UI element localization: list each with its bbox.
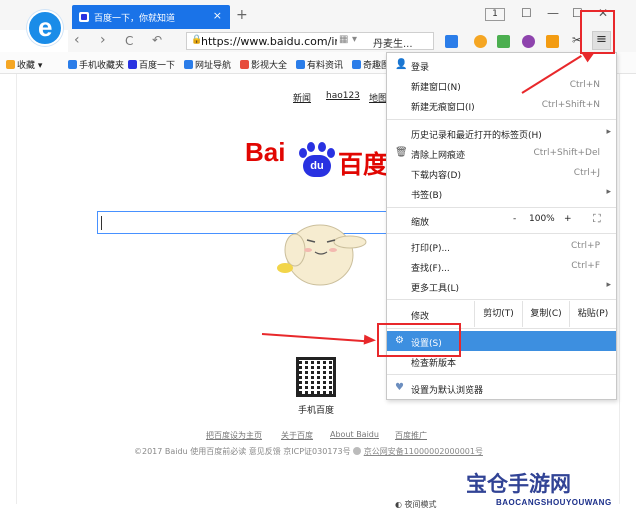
forward-button[interactable]: › (100, 32, 106, 48)
minimize-button[interactable]: — (547, 6, 559, 20)
menu-downloads[interactable]: 下载内容(D) Ctrl+J (387, 163, 616, 183)
menu-default-browser[interactable]: ♥ 设置为默认浏览器 (387, 378, 616, 398)
zoom-out-button[interactable]: - (513, 214, 516, 224)
link-hao123[interactable]: hao123 (326, 91, 360, 101)
copyright-line: ©2017 Baidu 使用百度前必读 意见反馈 京ICP证030173号 (134, 447, 351, 456)
image-icon (352, 60, 361, 69)
submenu-arrow-icon: ▸ (606, 187, 611, 197)
footer-link-homepage[interactable]: 把百度设为主页 (206, 430, 262, 441)
plugin-icon[interactable] (522, 35, 535, 48)
trash-icon: 🗑 (395, 147, 408, 158)
copy-button[interactable]: 复制(C) (522, 301, 569, 327)
bookmark-news[interactable]: 有料资讯 (296, 58, 343, 71)
submenu-arrow-icon: ▸ (606, 127, 611, 137)
baidu-logo-cn: 百度 (338, 150, 389, 179)
game-icon[interactable] (497, 35, 510, 48)
menu-more-tools[interactable]: 更多工具(L) ▸ (387, 276, 616, 296)
link-map[interactable]: 地图 (369, 91, 387, 104)
zoom-level: 100% (529, 214, 555, 224)
text-caret (101, 216, 102, 230)
apps-icon[interactable] (445, 35, 458, 48)
annotation-highlight-menu (580, 10, 615, 54)
tab-count-badge[interactable]: 1 (485, 8, 505, 21)
watermark-sub: BAOCANGSHOUYOUWANG (496, 498, 612, 507)
baidu-paw-text: du (303, 155, 331, 177)
search-suggestion[interactable]: 丹麦生... (373, 35, 413, 50)
address-bar[interactable]: 🔒 https://www.baidu.com/index ▦ ▾ 丹麦生... (186, 32, 434, 50)
menu-separator (387, 299, 616, 300)
menu-zoom: 缩放 - 100% + ⛶ (411, 212, 601, 228)
annotation-arrowhead-settings (363, 334, 377, 346)
extension-icon[interactable] (474, 35, 487, 48)
bookmark-video[interactable]: 影视大全 (240, 58, 287, 71)
night-mode-button[interactable]: ◐ 夜间模式 (395, 499, 437, 510)
menu-history[interactable]: 历史记录和最近打开的标签页(H) ▸ (387, 123, 616, 143)
video-icon (240, 60, 249, 69)
night-mode-label: 夜间模式 (404, 500, 437, 509)
mascot-sticker-icon (277, 224, 367, 286)
zoom-in-button[interactable]: + (564, 214, 572, 224)
police-record-text: 京公网安备11000002000001号 (363, 447, 483, 456)
user-icon: 👤 (395, 59, 408, 70)
menu-new-window[interactable]: 新建窗口(N) Ctrl+N (387, 75, 616, 95)
menu-login[interactable]: 👤 登录 (387, 55, 616, 75)
reload-button[interactable]: C (125, 34, 133, 48)
star-icon (6, 60, 15, 69)
tab-title: 百度一下，你就知道 (94, 14, 176, 24)
footer-link-promote[interactable]: 百度推广 (395, 430, 427, 441)
footer-link-about-en[interactable]: About Baidu (330, 430, 379, 439)
bookmark-favorites[interactable]: 收藏 ▾ (6, 58, 42, 71)
cut-button[interactable]: 剪切(T) (474, 301, 522, 327)
bookmark-baidu[interactable]: 百度一下 (128, 58, 175, 71)
annotation-highlight-settings (377, 323, 461, 357)
bookmark-nav[interactable]: 网址导航 (184, 58, 231, 71)
qr-code-icon (296, 357, 336, 397)
reader-icon[interactable]: ▦ (339, 34, 348, 45)
submenu-arrow-icon: ▸ (606, 280, 611, 290)
link-news[interactable]: 新闻 (293, 91, 311, 104)
phone-icon (68, 60, 77, 69)
menu-separator (387, 233, 616, 234)
menu-bookmarks[interactable]: 书签(B) ▸ (387, 183, 616, 203)
fullscreen-icon[interactable]: ⛶ (593, 212, 601, 226)
copyright-text: ©2017 Baidu 使用百度前必读 意见反馈 京ICP证030173号 京公… (134, 446, 483, 457)
menu-incognito[interactable]: 新建无痕窗口(I) Ctrl+Shift+N (387, 95, 616, 115)
back-button[interactable]: ‹ (74, 32, 80, 48)
bookmark-mobile[interactable]: 手机收藏夹 (68, 58, 124, 71)
dropdown-icon[interactable]: ▾ (352, 34, 357, 45)
heart-icon: ♥ (395, 382, 404, 393)
url-text[interactable]: https://www.baidu.com/index (201, 35, 337, 48)
menu-separator (387, 374, 616, 375)
police-badge-icon (353, 447, 362, 455)
menu-separator (387, 207, 616, 208)
paste-button[interactable]: 粘贴(P) (569, 301, 616, 327)
gift-icon[interactable] (546, 35, 559, 48)
footer-link-about[interactable]: 关于百度 (281, 430, 313, 441)
browser-logo-icon[interactable] (27, 10, 63, 46)
bookmark-image[interactable]: 奇趣图 (352, 58, 390, 71)
title-bar: 百度一下，你就知道 × + 1 ☐ — ☐ ✕ (0, 0, 636, 46)
baidu-paw-icon: du (299, 142, 335, 180)
qr-caption: 手机百度 (298, 406, 335, 416)
nav-icon (184, 60, 193, 69)
tab-close-button[interactable]: × (213, 9, 222, 22)
watermark-logo: 宝仓手游网 (466, 472, 571, 496)
news-icon (296, 60, 305, 69)
baidu-favicon-icon (79, 12, 89, 22)
baidu-logo-text: Bai (245, 137, 286, 167)
menu-find[interactable]: 查找(F)... Ctrl+F (387, 256, 616, 276)
tab-baidu[interactable]: 百度一下，你就知道 × (72, 5, 230, 29)
skin-icon[interactable]: ☐ (521, 6, 532, 20)
menu-print[interactable]: 打印(P)... Ctrl+P (387, 236, 616, 256)
undo-close-button[interactable]: ↶ (152, 33, 162, 47)
menu-clear-traces[interactable]: 🗑 清除上网痕迹 Ctrl+Shift+Del (387, 143, 616, 163)
baidu-icon (128, 60, 137, 69)
new-tab-button[interactable]: + (236, 7, 248, 23)
menu-separator (387, 119, 616, 120)
